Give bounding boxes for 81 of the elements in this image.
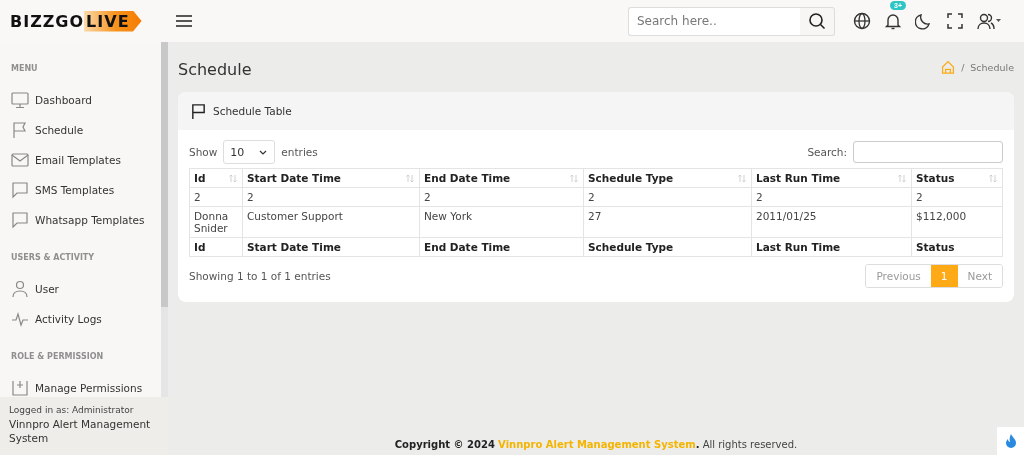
monitor-icon: [11, 91, 29, 109]
sidebar-item[interactable]: Whatsapp Templates: [11, 205, 161, 235]
sidebar-item[interactable]: Manage Permissions: [11, 373, 161, 397]
column-header[interactable]: End Date Time: [419, 168, 584, 188]
chevron-down-icon: [258, 148, 269, 156]
chat-icon: [11, 211, 29, 229]
sidebar-item-label: SMS Templates: [35, 184, 115, 196]
sidebar-item[interactable]: SMS Templates: [11, 175, 161, 205]
column-footer: End Date Time: [419, 237, 584, 257]
pulse-icon: [11, 310, 29, 328]
table-cell: New York: [419, 206, 584, 238]
flame-icon: [1003, 433, 1018, 449]
column-header[interactable]: Schedule Type: [583, 168, 752, 188]
sort-icon: [569, 173, 579, 183]
table-cell: $112,000: [911, 206, 1003, 238]
sidebar-item-label: Dashboard: [35, 94, 92, 106]
column-header[interactable]: Start Date Time: [242, 168, 420, 188]
permission-icon: [11, 379, 29, 397]
breadcrumb-item: Schedule: [970, 61, 1014, 73]
show-label: Show: [189, 146, 218, 158]
entries-label: entries: [281, 146, 318, 158]
sidebar-item[interactable]: Email Templates: [11, 145, 161, 175]
sidebar-item[interactable]: Dashboard: [11, 85, 161, 115]
sort-icon: [988, 173, 998, 183]
envelope-icon: [11, 151, 29, 169]
home-icon: [941, 60, 956, 74]
sidebar-item-label: Email Templates: [35, 154, 121, 166]
section-heading: ROLE & PERMISSION: [11, 352, 105, 361]
page-title: Schedule: [178, 58, 253, 79]
sidebar-item-label: Activity Logs: [35, 313, 102, 325]
table-cell: 2: [189, 187, 243, 207]
table-cell: 2: [751, 187, 912, 207]
table-cell: 2: [911, 187, 1003, 207]
chat-icon: [11, 181, 29, 199]
flag-icon: [11, 121, 29, 139]
entries-select[interactable]: 10: [223, 140, 276, 164]
column-footer: Schedule Type: [583, 237, 752, 257]
column-footer: Last Run Time: [751, 237, 912, 257]
globe-button[interactable]: [853, 12, 871, 30]
logged-in-text: Logged in as: Administrator: [9, 405, 135, 415]
table-cell: 2: [583, 187, 752, 207]
flame-button[interactable]: [997, 427, 1024, 455]
brand-logo: BIZZGO LIVE: [10, 10, 165, 32]
scrollbar[interactable]: [161, 42, 168, 397]
sort-icon: [897, 173, 907, 183]
section-heading: USERS & ACTIVITY: [11, 253, 96, 262]
card-title: Schedule Table: [213, 105, 292, 117]
breadcrumb-separator: /: [961, 61, 965, 73]
menu-button[interactable]: [175, 14, 193, 28]
flag-icon: [190, 102, 207, 120]
table-cell: 2: [419, 187, 584, 207]
table-cell: Customer Support: [242, 206, 420, 238]
sidebar-item[interactable]: Activity Logs: [11, 304, 161, 334]
table-cell: 2011/01/25: [751, 206, 912, 238]
column-footer: Status: [911, 237, 1003, 257]
column-footer: Start Date Time: [242, 237, 420, 257]
table-cell: Donna Snider: [189, 206, 243, 238]
entries-info: Showing 1 to 1 of 1 entries: [189, 270, 332, 282]
table-search-field[interactable]: [853, 141, 1003, 163]
column-header[interactable]: Last Run Time: [751, 168, 912, 188]
user-menu-button[interactable]: [977, 12, 1002, 30]
sidebar-item-label: Schedule: [35, 124, 84, 136]
system-name: Vinnpro Alert Management System: [9, 417, 152, 445]
column-header[interactable]: Id: [189, 168, 243, 188]
sort-icon: [737, 173, 747, 183]
user-icon: [11, 280, 29, 298]
dark-mode-button[interactable]: [915, 12, 933, 30]
sidebar-item-label: Manage Permissions: [35, 382, 143, 394]
fullscreen-button[interactable]: [946, 12, 964, 30]
table-cell: 2: [242, 187, 420, 207]
column-footer: Id: [189, 237, 243, 257]
column-header[interactable]: Status: [911, 168, 1003, 188]
sidebar-item-label: Whatsapp Templates: [35, 214, 145, 226]
search-label: Search:: [807, 146, 847, 158]
section-heading: MENU: [11, 64, 39, 73]
sort-icon: [228, 173, 238, 183]
sort-icon: [405, 173, 415, 183]
sidebar-item[interactable]: User: [11, 274, 161, 304]
sidebar-item[interactable]: Schedule: [11, 115, 161, 145]
table-cell: 27: [583, 206, 752, 238]
sidebar-item-label: User: [35, 283, 59, 295]
